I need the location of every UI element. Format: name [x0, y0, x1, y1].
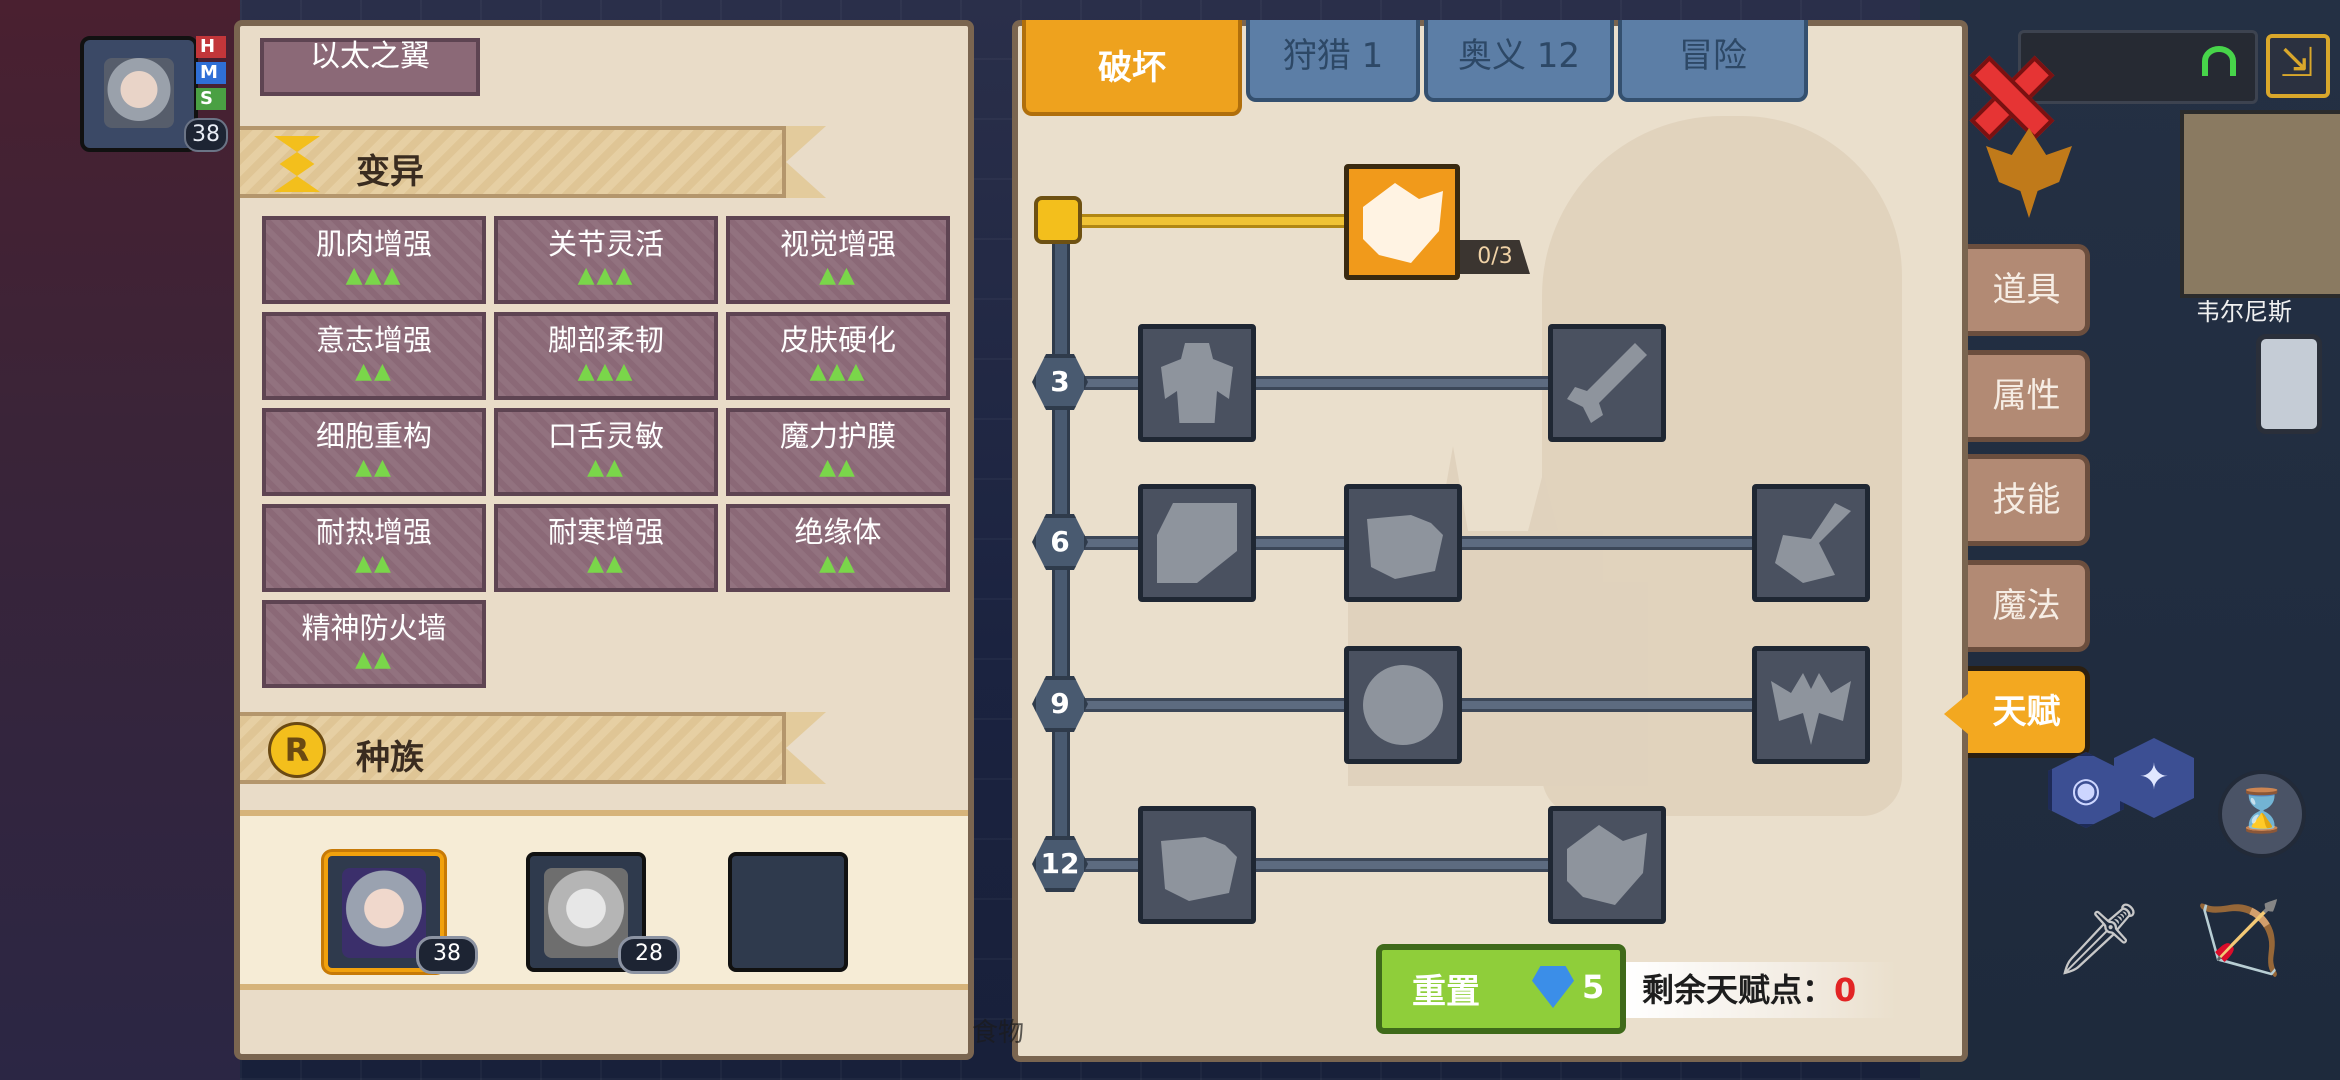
card-strike-icon [1157, 503, 1237, 583]
exit-fullscreen-icon[interactable] [2266, 34, 2330, 98]
mutation-item[interactable]: 耐寒增强 ▲▲ [494, 504, 718, 592]
mutation-section-title: 变异 [356, 152, 424, 192]
remaining-talent-points: 剩余天赋点：0 [1626, 962, 1897, 1018]
character-select-bar: 38 28 [240, 810, 968, 990]
mutation-item[interactable]: 细胞重构 ▲▲ [262, 408, 486, 496]
raised-fist-skill[interactable] [1138, 806, 1256, 924]
player-stat-bars: H M S [196, 36, 226, 116]
arrow-deflect-skill[interactable] [1548, 324, 1666, 442]
empty-character-slot[interactable] [728, 852, 848, 972]
diamond-gem-icon [1532, 966, 1574, 1008]
tab-hunting[interactable]: 狩猎 1 [1246, 20, 1420, 102]
mutation-item[interactable]: 意志增强 ▲▲ [262, 312, 486, 400]
side-tab-items[interactable]: 道具 [1968, 244, 2090, 336]
race-section-title: 种族 [356, 738, 424, 778]
mutation-item[interactable]: 绝缘体 ▲▲ [726, 504, 950, 592]
mutation-section-header: 变异 [240, 126, 826, 198]
area-name-label: 韦尔尼斯 [2196, 298, 2292, 326]
reset-talents-button[interactable]: 重置 5 [1376, 944, 1626, 1034]
hand-grip-icon [1567, 825, 1647, 905]
character-level: 28 [618, 936, 680, 974]
remaining-points-label: 剩余天赋点： [1642, 971, 1835, 1009]
reset-cost: 5 [1582, 968, 1605, 1006]
reset-label: 重置 [1412, 972, 1480, 1012]
wifi-icon [2202, 46, 2236, 76]
player-level-badge: 38 [184, 118, 228, 152]
character-portrait [342, 868, 426, 958]
splash-attack-skill[interactable] [1752, 484, 1870, 602]
close-button[interactable] [1970, 56, 2046, 132]
mutation-item[interactable]: 魔力护膜 ▲▲ [726, 408, 950, 496]
bat-wings-skill[interactable] [1752, 646, 1870, 764]
mutation-item[interactable]: 皮肤硬化 ▲▲▲ [726, 312, 950, 400]
race-section-header: R 种族 [240, 712, 826, 784]
tab-mystic[interactable]: 奥义 12 [1424, 20, 1614, 102]
body-strength-skill[interactable] [1138, 324, 1256, 442]
mutation-panel[interactable]: 以太之翼 变异 肌肉增强 ▲▲▲ 关节灵活 ▲▲▲ 视觉增强 ▲▲ 意志增强 ▲▲ 脚部… [234, 20, 974, 1060]
hp-bar: H [196, 36, 226, 58]
talent-branch-active [1070, 214, 1358, 228]
mutation-item[interactable]: 肌肉增强 ▲▲▲ [262, 216, 486, 304]
side-tab-talent[interactable]: 天赋 [1968, 666, 2090, 758]
bat-wings-icon [1771, 673, 1851, 745]
side-tab-skills[interactable]: 技能 [1968, 454, 2090, 546]
fist-punch-skill[interactable] [1344, 484, 1462, 602]
card-strike-skill[interactable] [1138, 484, 1256, 602]
mutation-item[interactable]: 耐热增强 ▲▲ [262, 504, 486, 592]
side-tab-attributes[interactable]: 属性 [1968, 350, 2090, 442]
mp-bar: M [196, 62, 226, 84]
fist-punch-icon [1367, 515, 1443, 579]
mutation-item[interactable]: 脚部柔韧 ▲▲▲ [494, 312, 718, 400]
body-strength-icon [1161, 343, 1233, 423]
dna-icon [273, 136, 321, 192]
tab-destruction[interactable]: 破坏 [1022, 20, 1242, 116]
player-avatar[interactable] [80, 36, 198, 152]
race-emblem-icon: R [268, 722, 326, 778]
previous-item-cell[interactable]: 以太之翼 [260, 38, 480, 96]
remaining-points-value: 0 [1834, 971, 1857, 1009]
mutation-item[interactable]: 关节灵活 ▲▲▲ [494, 216, 718, 304]
talent-root-node [1034, 196, 1082, 244]
character-slot[interactable]: 38 [324, 852, 478, 974]
mutation-item[interactable]: 口舌灵敏 ▲▲ [494, 408, 718, 496]
ripple-ring-skill[interactable] [1344, 646, 1462, 764]
hourglass-icon[interactable]: ⌛ [2218, 770, 2306, 858]
background-label: 食物 [972, 1018, 1025, 1048]
splash-attack-icon [1775, 503, 1851, 583]
skill-progress-counter: 0/3 [1460, 240, 1530, 274]
player-portrait [104, 58, 174, 128]
raised-fist-icon [1161, 837, 1237, 901]
mutation-item[interactable]: 精神防火墙 ▲▲ [262, 600, 486, 688]
sword-weapon-icon[interactable]: 🗡 [2054, 894, 2144, 984]
bow-weapon-icon[interactable]: 🏹 [2194, 888, 2284, 988]
tab-adventure[interactable]: 冒险 [1618, 20, 1808, 102]
arm-wrestle-skill[interactable] [1344, 164, 1460, 280]
character-portrait [544, 868, 628, 958]
arrow-deflect-icon [1567, 343, 1647, 423]
side-tab-magic[interactable]: 魔法 [1968, 560, 2090, 652]
hand-grip-skill[interactable] [1548, 806, 1666, 924]
active-tab-pointer-icon [1944, 694, 1968, 734]
phone-icon[interactable] [2256, 334, 2322, 434]
world-left-terrain [0, 0, 240, 1080]
mutation-item[interactable]: 视觉增强 ▲▲ [726, 216, 950, 304]
ripple-ring-icon [1363, 665, 1443, 745]
area-map-panel[interactable] [2180, 110, 2340, 298]
character-level: 38 [416, 936, 478, 974]
stamina-bar: S [196, 88, 226, 110]
arm-wrestle-icon [1363, 183, 1443, 263]
character-slot[interactable]: 28 [526, 852, 680, 974]
